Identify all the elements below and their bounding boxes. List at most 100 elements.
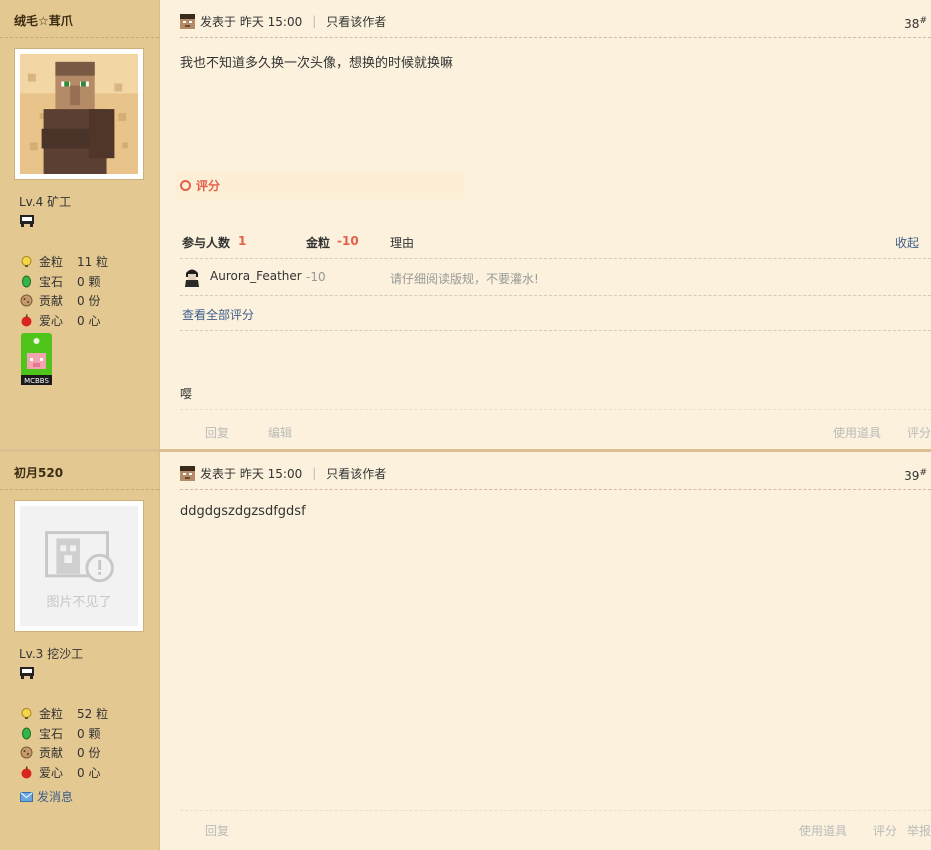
steve-head-icon xyxy=(180,465,195,481)
stat-label: 金粒 xyxy=(39,255,64,270)
stat-value: 52 粒 xyxy=(77,707,109,722)
floor-number[interactable]: 39# xyxy=(904,468,927,483)
post-actions: 回复 使用道具 评分 举报 xyxy=(180,822,931,838)
stat-love: 爱心 0 心 xyxy=(20,311,108,331)
divider xyxy=(180,258,931,259)
author-name[interactable]: 初月520 xyxy=(14,464,63,481)
stat-label: 金粒 xyxy=(39,707,64,722)
author-only-link[interactable]: 只看该作者 xyxy=(326,465,386,482)
gold-nugget-icon xyxy=(21,256,32,268)
stat-gem: 宝石 0 颗 xyxy=(20,272,108,292)
use-item-button[interactable]: 使用道具 xyxy=(833,424,881,441)
author-name[interactable]: 绒毛☆茸爪 xyxy=(14,12,73,29)
user-level[interactable]: Lv.3 挖沙工 xyxy=(19,645,83,662)
mcbbs-pig-badge-icon[interactable]: MCBBS xyxy=(21,333,52,385)
divider xyxy=(0,37,159,38)
use-item-button[interactable]: 使用道具 xyxy=(799,822,847,839)
envelope-icon xyxy=(20,791,33,802)
divider xyxy=(180,409,931,410)
post-meta: 发表于 昨天 15:00 | 只看该作者 xyxy=(180,12,931,30)
user-level[interactable]: Lv.4 矿工 xyxy=(19,193,71,210)
divider xyxy=(180,330,931,331)
floor-value: 39 xyxy=(904,469,920,483)
reason-label: 理由 xyxy=(390,236,415,250)
villager-avatar-icon xyxy=(20,54,138,174)
divider xyxy=(180,295,931,296)
author-only-link[interactable]: 只看该作者 xyxy=(326,13,386,30)
apple-icon xyxy=(21,314,32,327)
edit-button[interactable]: 编辑 xyxy=(268,424,292,441)
rate-button[interactable]: 评分 xyxy=(873,822,897,839)
post-content-area: 发表于 昨天 15:00 | 只看该作者 38# 我也不知道多久换一次头像，想换… xyxy=(160,0,931,449)
stat-gem: 宝石 0 颗 xyxy=(20,724,108,744)
rate-value: -10 xyxy=(306,270,326,284)
cookie-icon xyxy=(20,746,33,759)
rating-title: 评分 xyxy=(196,179,221,193)
post-content-area: 发表于 昨天 15:00 | 只看该作者 39# ddgdgszdgzsdfgd… xyxy=(160,452,931,850)
minecart-icon xyxy=(20,215,34,227)
rater-avatar-icon[interactable] xyxy=(182,265,202,287)
reply-button[interactable]: 回复 xyxy=(205,822,229,839)
floor-mark: # xyxy=(919,16,927,26)
stat-value: 11 粒 xyxy=(77,255,109,270)
author-sidebar: 绒毛☆茸爪 Lv.4 矿工 金粒 11 粒 宝石 0 颗 贡献 0 份 爱心 0… xyxy=(0,0,160,449)
gold-nugget-icon xyxy=(21,708,32,720)
stat-label: 宝石 xyxy=(39,726,64,741)
rating-circle-icon xyxy=(180,180,191,191)
stat-label: 贡献 xyxy=(39,294,64,309)
divider xyxy=(0,489,159,490)
floor-value: 38 xyxy=(904,17,920,31)
view-all-ratings-link[interactable]: 查看全部评分 xyxy=(182,306,254,323)
stat-label: 爱心 xyxy=(39,765,64,780)
divider xyxy=(180,489,931,490)
post-time: 发表于 昨天 15:00 xyxy=(200,466,303,481)
stat-contribution: 贡献 0 份 xyxy=(20,743,108,763)
stat-label: 爱心 xyxy=(39,313,64,328)
rating-header: 评分 xyxy=(176,172,465,199)
meta-separator: | xyxy=(312,466,317,480)
user-stats: 金粒 11 粒 宝石 0 颗 贡献 0 份 爱心 0 心 xyxy=(20,252,108,330)
stat-label: 宝石 xyxy=(39,274,64,289)
post-body: ddgdgszdgzsdfgdsf xyxy=(180,504,306,519)
rater-name[interactable]: Aurora_Feather xyxy=(210,269,302,283)
avatar[interactable] xyxy=(14,48,144,180)
emerald-icon xyxy=(22,275,31,288)
stat-value: 0 份 xyxy=(77,746,101,761)
signature: 嘤 xyxy=(180,387,193,401)
post-38: 绒毛☆茸爪 Lv.4 矿工 金粒 11 粒 宝石 0 颗 贡献 0 份 爱心 0… xyxy=(0,0,931,449)
meta-separator: | xyxy=(312,14,317,28)
stat-gold: 金粒 52 粒 xyxy=(20,704,108,724)
cookie-icon xyxy=(20,294,33,307)
gold-total: -10 xyxy=(337,234,359,248)
stat-value: 0 颗 xyxy=(77,726,101,741)
collapse-link[interactable]: 收起 xyxy=(895,234,919,251)
apple-icon xyxy=(21,766,32,779)
send-message-link[interactable]: 发消息 xyxy=(20,788,73,805)
floor-number[interactable]: 38# xyxy=(904,16,927,31)
minecart-icon xyxy=(20,667,34,679)
avatar[interactable]: 图片不见了 xyxy=(14,500,144,632)
steve-head-icon xyxy=(180,13,195,29)
avatar-missing-text: 图片不见了 xyxy=(46,595,112,610)
post-actions: 回复 编辑 使用道具 评分 xyxy=(180,424,931,440)
stat-gold: 金粒 11 粒 xyxy=(20,252,108,272)
post-time: 发表于 昨天 15:00 xyxy=(200,14,303,29)
emerald-icon xyxy=(22,727,31,740)
stat-love: 爱心 0 心 xyxy=(20,763,108,783)
rate-button[interactable]: 评分 xyxy=(907,424,931,441)
stat-contribution: 贡献 0 份 xyxy=(20,291,108,311)
stat-label: 贡献 xyxy=(39,746,64,761)
post-body: 我也不知道多久换一次头像，想换的时候就换嘛 xyxy=(180,56,454,71)
stat-value: 0 心 xyxy=(77,765,101,780)
post-meta: 发表于 昨天 15:00 | 只看该作者 xyxy=(180,464,931,482)
author-sidebar: 初月520 图片不见了 Lv.3 挖沙工 金粒 52 粒 宝石 0 颗 贡献 0… xyxy=(0,452,160,850)
reply-button[interactable]: 回复 xyxy=(205,424,229,441)
report-button[interactable]: 举报 xyxy=(907,822,931,839)
user-stats: 金粒 52 粒 宝石 0 颗 贡献 0 份 爱心 0 心 xyxy=(20,704,108,782)
participants-count: 1 xyxy=(238,234,247,248)
participants-label: 参与人数 xyxy=(182,236,231,250)
divider xyxy=(180,37,931,38)
divider xyxy=(180,810,931,811)
rating-row: Aurora_Feather -10 请仔细阅读版规，不要灌水! xyxy=(182,265,931,291)
send-message-label: 发消息 xyxy=(37,790,74,804)
